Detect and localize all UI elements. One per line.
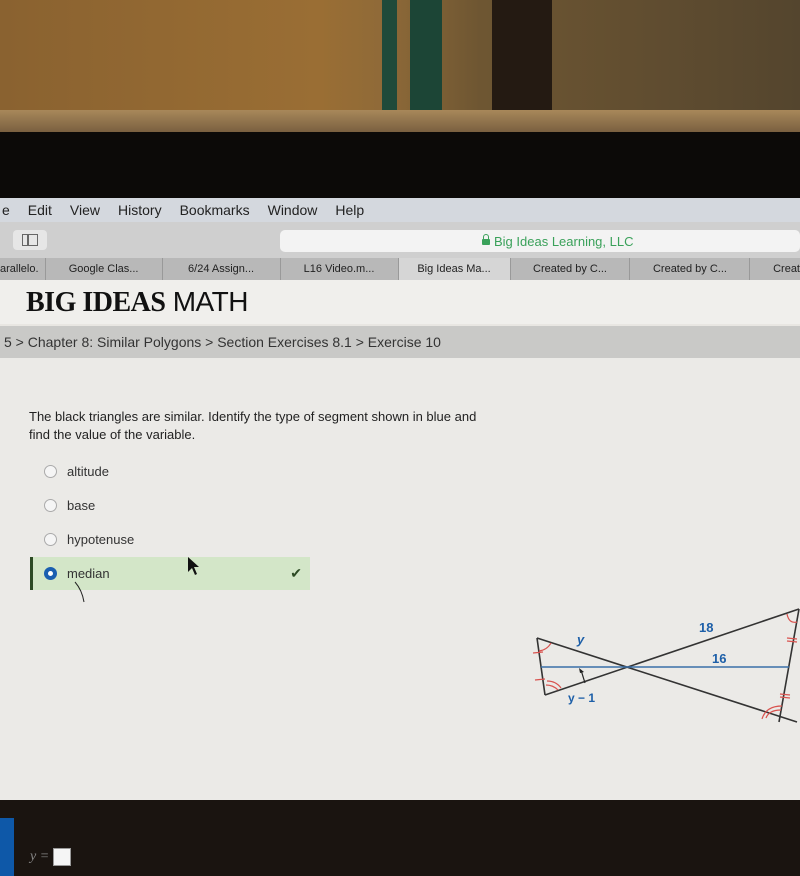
tab[interactable]: 6/24 Assign... (163, 258, 281, 280)
background-stripe (382, 0, 397, 110)
menu-edit[interactable]: Edit (28, 202, 52, 218)
background-wall (0, 0, 800, 120)
tick-mark (779, 693, 791, 696)
label-16: 16 (712, 651, 726, 666)
angle-mark (538, 642, 552, 652)
checkmark-icon: ✔ (290, 565, 302, 581)
tick-mark (779, 696, 791, 699)
answer-input[interactable] (53, 848, 72, 866)
site-header: BIG IDEAS MATH (0, 280, 800, 324)
sidebar-icon (22, 234, 38, 246)
side-panel-tab[interactable] (0, 818, 14, 876)
mouse-cursor-icon (188, 557, 199, 575)
exercise-content: The black triangles are similar. Identif… (0, 358, 800, 876)
menu-window[interactable]: Window (268, 202, 318, 218)
tab[interactable]: Created by C... (630, 258, 751, 280)
menu-bar: e Edit View History Bookmarks Window Hel… (0, 198, 800, 222)
option-hypotenuse[interactable]: hypotenuse (30, 523, 310, 556)
tab[interactable]: Google Clas... (46, 258, 163, 280)
tab-bar: arallelo. Google Clas... 6/24 Assign... … (0, 258, 800, 280)
label-y: y (576, 632, 585, 647)
label-18: 18 (699, 620, 713, 635)
tab[interactable]: Created by C... (511, 258, 631, 280)
option-base[interactable]: base (30, 489, 310, 522)
tab[interactable]: arallelo. (0, 258, 46, 280)
cross-line-down (536, 637, 798, 723)
tab-active[interactable]: Big Ideas Ma... (398, 258, 511, 280)
logo[interactable]: BIG IDEAS MATH (26, 286, 248, 319)
menu-bookmarks[interactable]: Bookmarks (180, 202, 250, 218)
monitor-bezel (0, 132, 800, 198)
menu-file[interactable]: e (2, 202, 10, 218)
answer-row: y = (30, 848, 72, 866)
menu-help[interactable]: Help (335, 202, 364, 218)
tick-mark (786, 640, 798, 643)
menu-view[interactable]: View (70, 202, 100, 218)
triangle-figure: y y − 1 18 16 (532, 608, 800, 723)
background-stripe (410, 0, 442, 110)
question-text: The black triangles are similar. Identif… (29, 409, 477, 442)
background-ledge (0, 110, 800, 132)
angle-mark (786, 613, 798, 623)
radio-button[interactable] (44, 465, 57, 478)
menu-history[interactable]: History (118, 202, 162, 218)
radio-button[interactable] (44, 499, 57, 512)
browser-toolbar: Big Ideas Learning, LLC (0, 222, 800, 258)
hair-strand (74, 581, 85, 603)
label-y-minus-1: y − 1 (568, 691, 595, 705)
radio-button-selected[interactable] (44, 567, 57, 580)
angle-mark (545, 684, 559, 691)
lock-icon (482, 233, 490, 245)
tick-mark (786, 637, 798, 640)
radio-button[interactable] (44, 533, 57, 546)
arrowhead-icon (579, 668, 584, 673)
address-bar[interactable]: Big Ideas Learning, LLC (280, 230, 800, 252)
address-text: Big Ideas Learning, LLC (482, 233, 633, 249)
tab[interactable]: Creat (750, 258, 800, 280)
tick-mark (532, 651, 544, 654)
breadcrumb[interactable]: 5 > Chapter 8: Similar Polygons > Sectio… (0, 326, 800, 358)
angle-mark (761, 705, 783, 720)
screen: e Edit View History Bookmarks Window Hel… (0, 198, 800, 876)
answer-label: y = (30, 849, 50, 864)
triangle-right-side (778, 608, 800, 723)
tab[interactable]: L16 Video.m... (281, 258, 399, 280)
option-altitude[interactable]: altitude (30, 455, 310, 488)
sidebar-toggle-button[interactable] (13, 230, 47, 250)
background-shadow (492, 0, 552, 110)
